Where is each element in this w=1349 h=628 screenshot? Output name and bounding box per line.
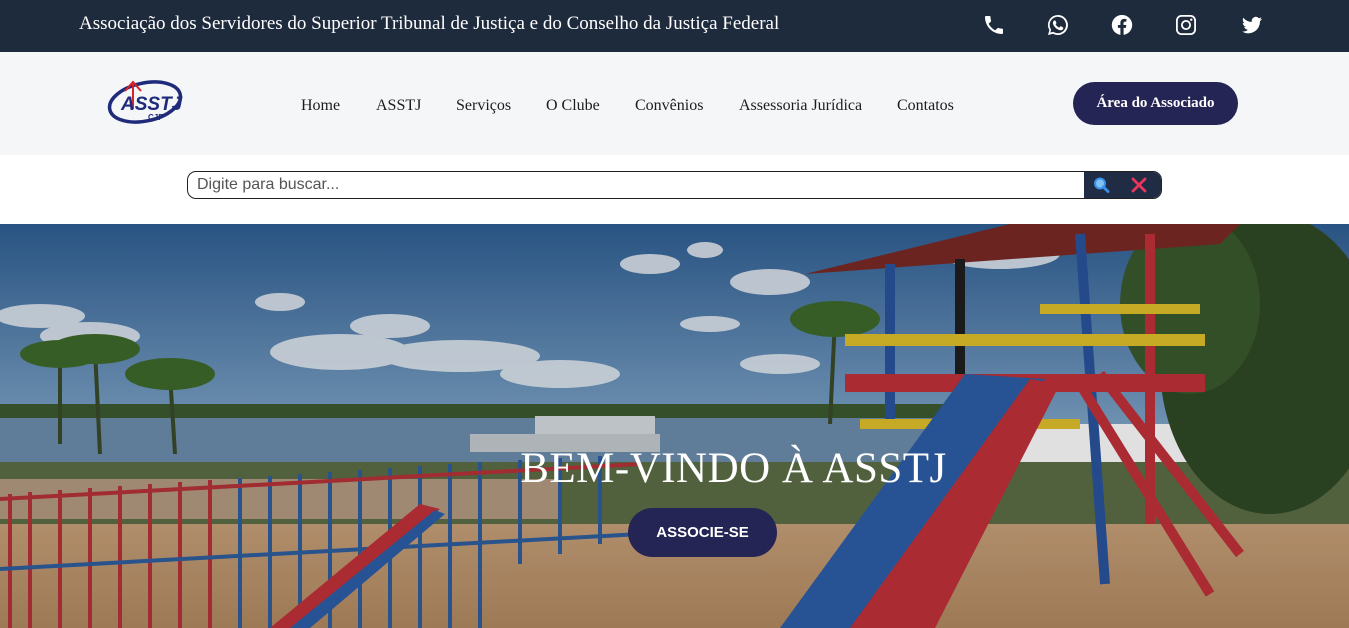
- hero-background-image: [0, 224, 1349, 628]
- nav-home[interactable]: Home: [301, 97, 340, 115]
- instagram-icon[interactable]: [1172, 11, 1200, 39]
- hero-title: BEM-VINDO À ASSTJ: [520, 445, 947, 492]
- search-actions: [1084, 172, 1161, 198]
- site-tagline: Associação dos Servidores do Superior Tr…: [79, 13, 780, 34]
- nav-o-clube[interactable]: O Clube: [546, 97, 600, 115]
- close-icon[interactable]: [1130, 177, 1148, 193]
- whatsapp-icon[interactable]: [1044, 11, 1072, 39]
- nav-contatos[interactable]: Contatos: [897, 97, 954, 115]
- logo-subtext: CJF: [148, 113, 163, 122]
- nav-assessoria-juridica[interactable]: Assessoria Jurídica: [739, 97, 862, 115]
- member-area-button[interactable]: Área do Associado: [1073, 82, 1238, 125]
- nav-convenios[interactable]: Convênios: [635, 97, 703, 115]
- search-input[interactable]: [188, 172, 1084, 198]
- join-button[interactable]: ASSOCIE-SE: [628, 508, 777, 557]
- twitter-icon[interactable]: [1238, 11, 1266, 39]
- site-logo[interactable]: ASSTJ CJF: [107, 79, 185, 125]
- search-icon[interactable]: [1092, 176, 1112, 194]
- top-bar: Associação dos Servidores do Superior Tr…: [0, 0, 1349, 52]
- phone-icon[interactable]: [980, 11, 1008, 39]
- search-bar: [187, 171, 1162, 199]
- logo-text: ASSTJ: [120, 94, 183, 115]
- main-navbar: ASSTJ CJF Home ASSTJ Serviços O Clube Co…: [0, 52, 1349, 155]
- hero-banner: BEM-VINDO À ASSTJ ASSOCIE-SE: [0, 224, 1349, 628]
- nav-asstj[interactable]: ASSTJ: [376, 97, 421, 115]
- facebook-icon[interactable]: [1108, 11, 1136, 39]
- nav-servicos[interactable]: Serviços: [456, 97, 511, 115]
